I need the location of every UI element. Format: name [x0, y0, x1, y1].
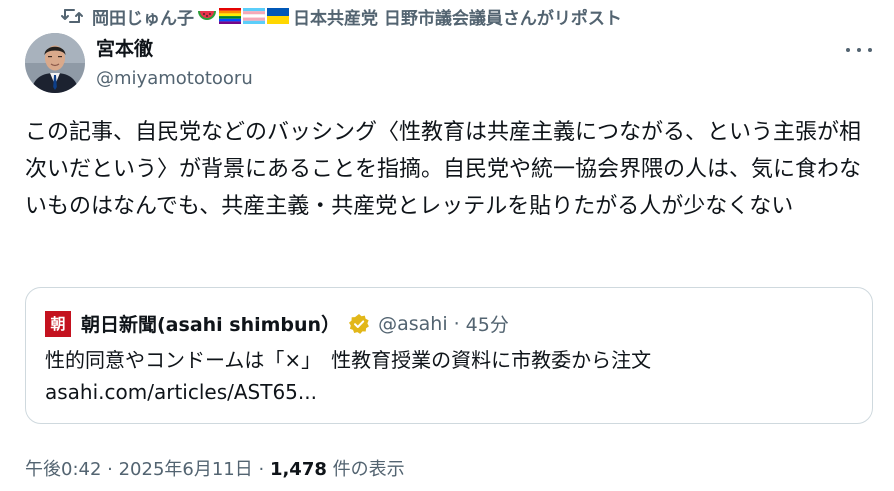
quote-handle: @asahi: [378, 312, 448, 335]
repost-header: 岡田じゅん子 日本共産党 日野市議会議員さんがリポスト: [60, 2, 622, 30]
tweet-date[interactable]: 2025年6月11日: [119, 459, 253, 480]
avatar[interactable]: [25, 33, 85, 93]
author-handle[interactable]: @miyamototooru: [96, 66, 253, 92]
view-label: 件の表示: [326, 459, 405, 480]
tweet-meta: 午後0:42 · 2025年6月11日 · 1,478 件の表示: [25, 455, 405, 481]
author-display-name[interactable]: 宮本徹: [96, 36, 253, 62]
rainbow-flag-icon: [219, 8, 241, 24]
meta-separator: ·: [101, 459, 119, 480]
asahi-logo-icon: 朝: [45, 310, 71, 337]
more-horizontal-icon[interactable]: [846, 42, 872, 58]
transgender-flag-icon: [242, 8, 266, 24]
tweet-time[interactable]: 午後0:42: [25, 459, 101, 480]
tweet-text: この記事、自民党などのバッシング〈性教育は共産主義につながる、という主張が相次い…: [25, 120, 862, 219]
verified-badge-icon: [348, 313, 370, 335]
view-count: 1,478: [269, 459, 327, 480]
repost-text: 日本共産党 日野市議会議員さんがリポスト: [293, 8, 622, 29]
quote-card[interactable]: 朝 朝日新聞(asahi shimbun） @asahi · 45分 性的同意や…: [25, 287, 873, 424]
more-dot: [857, 48, 861, 52]
ukraine-flag-icon: [267, 8, 289, 24]
quote-author-name: 朝日新聞(asahi shimbun）: [81, 314, 341, 336]
watermelon-icon: [197, 8, 217, 24]
more-dot: [846, 48, 850, 52]
repost-icon: [60, 6, 84, 26]
repost-user-name[interactable]: 岡田じゅん子: [92, 4, 194, 29]
quote-separator: ·: [453, 312, 460, 335]
more-dot: [868, 48, 872, 52]
quote-text: 性的同意やコンドームは「×」 性教育授業の資料に市教委から注文 asahi.co…: [45, 348, 658, 404]
quote-time: 45分: [465, 314, 509, 336]
quote-header: 朝 朝日新聞(asahi shimbun） @asahi · 45分: [45, 310, 509, 337]
meta-separator: ·: [252, 459, 270, 480]
author-info: 宮本徹 @miyamototooru: [96, 36, 253, 92]
